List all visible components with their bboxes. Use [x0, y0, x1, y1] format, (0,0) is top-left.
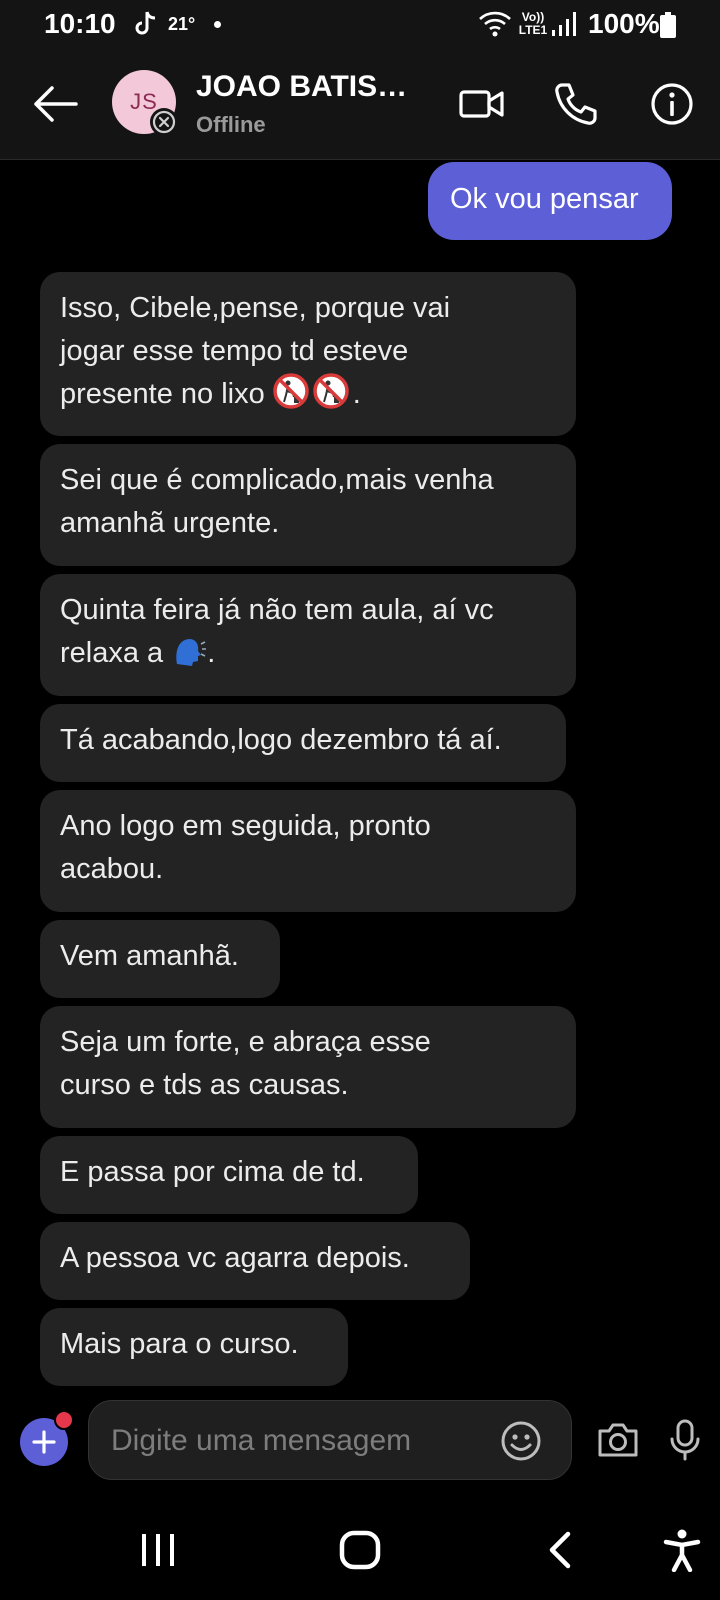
- back-nav-icon[interactable]: [540, 1528, 584, 1572]
- status-bar: 10:10 21° Vo)) LTE1 100%: [0, 0, 720, 50]
- message-text-line: relaxa a: [60, 637, 164, 669]
- accessibility-icon[interactable]: [660, 1528, 704, 1572]
- message-bubble-incoming[interactable]: Isso, Cibele,pense, porque vai jogar ess…: [40, 272, 576, 436]
- message-text-line: Seja um forte, e abraça esse: [60, 1026, 431, 1058]
- battery-percentage: 100%: [588, 8, 660, 39]
- message-bubble-incoming[interactable]: A pessoa vc agarra depois.: [40, 1222, 470, 1300]
- message-text: Tá acabando,logo dezembro tá aí.: [60, 724, 502, 756]
- home-icon[interactable]: [338, 1528, 382, 1572]
- message-composer[interactable]: [88, 1400, 572, 1480]
- no-littering-emoji-icon: [313, 373, 349, 409]
- status-temperature: 21°: [168, 14, 196, 34]
- message-input[interactable]: [111, 1419, 491, 1463]
- message-text: A pessoa vc agarra depois.: [60, 1242, 410, 1274]
- message-text-line: Isso, Cibele,pense, porque vai: [60, 292, 451, 324]
- video-call-icon[interactable]: [458, 80, 506, 128]
- message-bubble-incoming[interactable]: Sei que é complicado,mais venha amanhã u…: [40, 444, 576, 566]
- notification-dot-icon: [214, 21, 221, 28]
- info-icon[interactable]: [648, 80, 696, 128]
- message-text: E passa por cima de td.: [60, 1156, 365, 1188]
- phone-icon[interactable]: [552, 80, 600, 128]
- message-bubble-incoming[interactable]: Quinta feira já não tem aula, aí vc rela…: [40, 574, 576, 696]
- wifi-icon: [479, 11, 511, 37]
- message-text-line: curso e tds as causas.: [60, 1069, 349, 1101]
- contact-status: Offline: [196, 112, 266, 137]
- message-bubble-incoming[interactable]: Mais para o curso.: [40, 1308, 348, 1386]
- message-text: Ok vou pensar: [450, 183, 639, 215]
- back-arrow-icon[interactable]: [30, 82, 80, 126]
- contact-name[interactable]: JOAO BATIST…: [196, 70, 416, 104]
- camera-icon[interactable]: [596, 1418, 640, 1462]
- tiktok-icon: [135, 11, 156, 35]
- message-bubble-incoming[interactable]: Seja um forte, e abraça esse curso e tds…: [40, 1006, 576, 1128]
- message-bubble-incoming[interactable]: E passa por cima de td.: [40, 1136, 418, 1214]
- recent-apps-icon[interactable]: [136, 1528, 180, 1572]
- volte-label: Vo)) LTE1: [518, 10, 548, 37]
- offline-badge-icon: [150, 108, 178, 136]
- message-text-line: presente no lixo: [60, 378, 265, 410]
- message-text-line: amanhã urgente.: [60, 507, 280, 539]
- chat-header: JS JOAO BATIST… Offline: [0, 50, 720, 160]
- battery-icon: [660, 12, 676, 38]
- signal-icon: [552, 12, 576, 36]
- plus-icon: [32, 1430, 56, 1454]
- message-text-line: Sei que é complicado,mais venha: [60, 464, 494, 496]
- message-text-line: jogar esse tempo td esteve: [60, 335, 409, 367]
- system-navigation-bar: [0, 1500, 720, 1600]
- message-text-line: Quinta feira já não tem aula, aí vc: [60, 594, 494, 626]
- message-text: Vem amanhã.: [60, 940, 239, 972]
- emoji-icon[interactable]: [499, 1419, 543, 1463]
- microphone-icon[interactable]: [668, 1418, 702, 1462]
- no-littering-emoji-icon: [273, 373, 309, 409]
- message-text-punctuation: .: [207, 637, 216, 669]
- status-time: 10:10: [44, 8, 116, 39]
- message-bubble-incoming[interactable]: Vem amanhã.: [40, 920, 280, 998]
- message-text-line: acabou.: [60, 853, 164, 885]
- message-bubble-outgoing[interactable]: Ok vou pensar: [428, 162, 672, 240]
- message-bubble-incoming[interactable]: Tá acabando,logo dezembro tá aí.: [40, 704, 566, 782]
- notification-badge: [54, 1410, 74, 1430]
- message-text: Mais para o curso.: [60, 1328, 299, 1360]
- message-text-line: Ano logo em seguida, pronto: [60, 810, 431, 842]
- message-text-punctuation: .: [352, 378, 361, 410]
- speaking-head-emoji-icon: [176, 639, 207, 666]
- message-bubble-incoming[interactable]: Ano logo em seguida, pronto acabou.: [40, 790, 576, 912]
